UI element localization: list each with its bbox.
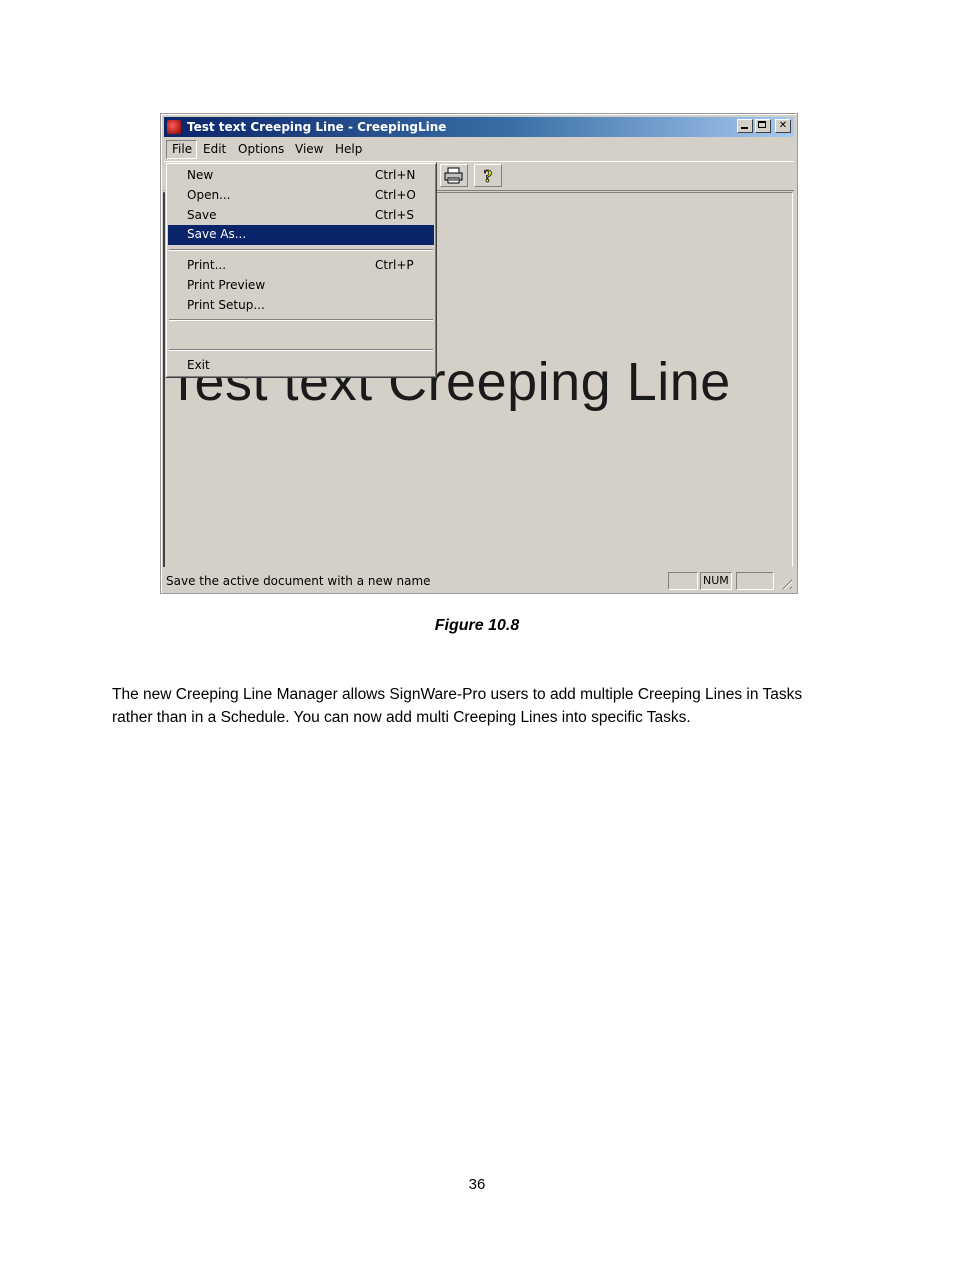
menu-item-label: Print Setup... bbox=[187, 298, 265, 312]
maximize-icon bbox=[758, 121, 766, 128]
menu-options[interactable]: Options bbox=[238, 142, 284, 156]
menu-item-label: Exit bbox=[187, 358, 210, 372]
menu-item-exit[interactable]: Exit bbox=[168, 356, 434, 375]
menu-file[interactable]: File bbox=[166, 140, 198, 159]
title-bar[interactable]: Test text Creeping Line - CreepingLine ✕ bbox=[164, 117, 794, 137]
paragraph-line: rather than in a Schedule. You can now a… bbox=[112, 709, 691, 726]
menu-item-label: Save bbox=[187, 208, 217, 222]
menu-item-label: Print... bbox=[187, 258, 227, 272]
printer-icon bbox=[444, 167, 463, 184]
page-number: 36 bbox=[468, 1176, 486, 1193]
menu-help[interactable]: Help bbox=[335, 142, 362, 156]
svg-text:?: ? bbox=[484, 166, 493, 186]
status-pane-1 bbox=[668, 572, 698, 590]
menu-item-label: Open... bbox=[187, 188, 231, 202]
menu-item-print[interactable]: Print... Ctrl+P bbox=[168, 256, 434, 275]
menu-item-label: New bbox=[187, 168, 214, 182]
menu-bar: File Edit Options View Help bbox=[164, 139, 794, 159]
close-icon: ✕ bbox=[778, 120, 788, 131]
status-bar: Save the active document with a new name… bbox=[164, 571, 794, 591]
status-pane-3 bbox=[736, 572, 774, 590]
resize-grip-icon[interactable] bbox=[778, 575, 792, 589]
menu-item-label: Save As... bbox=[187, 227, 247, 241]
print-button[interactable] bbox=[440, 164, 468, 187]
window-title: Test text Creeping Line - CreepingLine bbox=[187, 120, 447, 134]
menu-separator bbox=[169, 349, 433, 351]
menu-item-shortcut: Ctrl+P bbox=[375, 258, 414, 272]
menu-item-shortcut: Ctrl+N bbox=[375, 168, 416, 182]
status-message: Save the active document with a new name bbox=[166, 574, 431, 588]
app-icon bbox=[167, 120, 181, 134]
menu-item-save-as[interactable]: Save As... bbox=[168, 225, 434, 245]
menu-separator bbox=[169, 249, 433, 251]
minimize-button[interactable] bbox=[737, 119, 753, 133]
close-button[interactable]: ✕ bbox=[775, 119, 791, 133]
menu-item-save[interactable]: Save Ctrl+S bbox=[168, 206, 434, 225]
help-button[interactable]: ? bbox=[474, 164, 502, 187]
app-window-screenshot: Test text Creeping Line - CreepingLine ✕… bbox=[160, 113, 798, 594]
menu-item-print-setup[interactable]: Print Setup... bbox=[168, 296, 434, 315]
figure-caption: Figure 10.8 bbox=[434, 617, 520, 634]
menu-view[interactable]: View bbox=[295, 142, 323, 156]
body-paragraph: The new Creeping Line Manager allows Sig… bbox=[112, 683, 852, 729]
menu-item-print-preview[interactable]: Print Preview bbox=[168, 276, 434, 295]
menu-item-shortcut: Ctrl+S bbox=[375, 208, 415, 222]
paragraph-line: The new Creeping Line Manager allows Sig… bbox=[112, 686, 803, 703]
menu-separator bbox=[169, 319, 433, 321]
menu-item-new[interactable]: New Ctrl+N bbox=[168, 166, 434, 185]
status-pane-num: NUM bbox=[700, 572, 732, 590]
menu-edit[interactable]: Edit bbox=[203, 142, 226, 156]
file-menu-dropdown: New Ctrl+N Open... Ctrl+O Save Ctrl+S Sa… bbox=[165, 162, 437, 378]
maximize-button[interactable] bbox=[755, 119, 771, 133]
menu-item-shortcut: Ctrl+O bbox=[375, 188, 416, 202]
minimize-icon bbox=[741, 127, 748, 129]
menu-item-label: Print Preview bbox=[187, 278, 266, 292]
menu-item-open[interactable]: Open... Ctrl+O bbox=[168, 186, 434, 205]
help-question-icon: ? bbox=[483, 166, 493, 187]
